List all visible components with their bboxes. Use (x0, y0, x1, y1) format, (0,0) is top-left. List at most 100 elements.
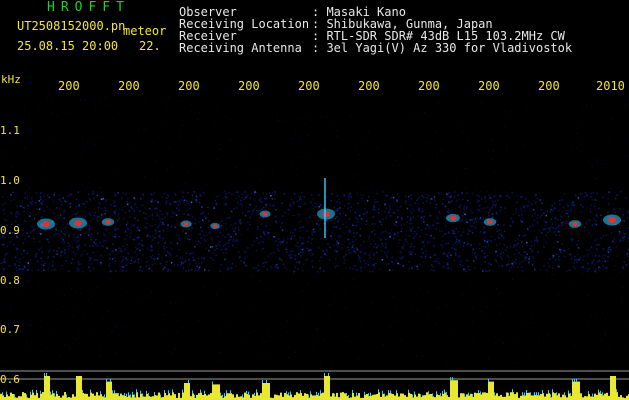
noise-speck (239, 221, 242, 224)
noise-speck (504, 111, 506, 113)
noise-speck (439, 229, 441, 232)
noise-speck (578, 247, 580, 249)
noise-speck (149, 250, 152, 252)
noise-speck (396, 199, 398, 202)
noise-speck (2, 360, 4, 362)
noise-speck (596, 248, 598, 250)
meteor-echo-core (572, 221, 578, 227)
noise-speck (604, 260, 606, 262)
noise-speck (418, 286, 420, 288)
noise-speck (597, 96, 599, 98)
noise-speck (565, 220, 568, 223)
noise-speck (607, 211, 609, 214)
noise-speck (136, 226, 139, 229)
noise-speck (178, 208, 180, 210)
noise-speck (232, 240, 234, 242)
noise-speck (148, 225, 151, 227)
noise-speck (356, 101, 358, 103)
noise-speck (265, 206, 267, 209)
noise-speck (576, 127, 577, 129)
power-bar (118, 395, 120, 400)
noise-speck (431, 256, 433, 258)
noise-speck (470, 210, 472, 212)
noise-speck (349, 209, 351, 211)
noise-speck (626, 217, 629, 219)
noise-speck (302, 270, 304, 272)
noise-speck (609, 248, 611, 251)
noise-speck (464, 187, 466, 189)
noise-speck (163, 192, 166, 195)
noise-speck (497, 224, 499, 226)
noise-speck (621, 177, 623, 179)
noise-speck (505, 144, 507, 146)
noise-speck (114, 228, 117, 230)
noise-speck (336, 208, 338, 210)
noise-speck (221, 197, 224, 199)
noise-speck (244, 257, 246, 259)
noise-speck (210, 257, 212, 259)
noise-speck (396, 160, 397, 161)
noise-speck (266, 261, 268, 264)
noise-speck (220, 220, 223, 222)
noise-speck (380, 223, 383, 226)
spectrogram (0, 96, 629, 400)
noise-speck (586, 270, 589, 273)
noise-speck (326, 196, 328, 198)
noise-speck (423, 245, 425, 248)
meteor-echo-core (105, 219, 111, 225)
noise-speck (137, 228, 139, 230)
noise-speck (450, 332, 452, 333)
noise-speck (77, 201, 79, 203)
noise-speck (586, 105, 587, 107)
noise-speck (80, 190, 82, 192)
noise-speck (136, 248, 138, 250)
noise-speck (527, 163, 529, 165)
noise-speck (266, 268, 269, 271)
noise-speck (248, 210, 250, 213)
noise-speck (414, 202, 417, 204)
noise-speck (602, 257, 605, 259)
noise-speck (364, 252, 366, 254)
noise-speck (560, 215, 562, 218)
power-bar (352, 392, 354, 400)
noise-speck (216, 203, 218, 206)
noise-speck (570, 312, 572, 314)
noise-speck (326, 116, 328, 118)
noise-speck (452, 232, 455, 234)
noise-speck (76, 215, 77, 217)
noise-speck (406, 221, 408, 224)
noise-speck (591, 166, 593, 168)
power-bar (92, 393, 94, 400)
noise-speck (535, 239, 538, 241)
noise-speck (83, 144, 85, 146)
noise-speck (546, 332, 548, 333)
noise-speck (256, 209, 258, 211)
noise-speck (15, 192, 17, 194)
noise-speck (145, 213, 147, 215)
power-bar (198, 393, 200, 400)
power-bar (12, 393, 14, 400)
power-bar (498, 396, 500, 400)
noise-speck (240, 223, 242, 225)
noise-speck (447, 195, 449, 197)
noise-speck (438, 192, 440, 194)
power-bar (156, 395, 158, 400)
noise-speck (430, 235, 432, 237)
noise-speck (578, 233, 580, 235)
noise-speck (579, 257, 581, 259)
noise-speck (427, 194, 430, 196)
noise-speck (165, 333, 167, 335)
noise-speck (225, 193, 227, 195)
noise-speck (452, 244, 455, 246)
noise-speck (65, 201, 68, 203)
noise-speck (534, 104, 536, 106)
noise-speck (515, 212, 517, 214)
noise-speck (418, 196, 421, 198)
power-peak (588, 391, 589, 395)
power-peak (26, 394, 27, 398)
noise-speck (77, 248, 80, 250)
noise-speck (67, 242, 70, 244)
noise-speck (228, 260, 231, 263)
noise-speck (58, 233, 60, 235)
noise-speck (415, 293, 417, 295)
